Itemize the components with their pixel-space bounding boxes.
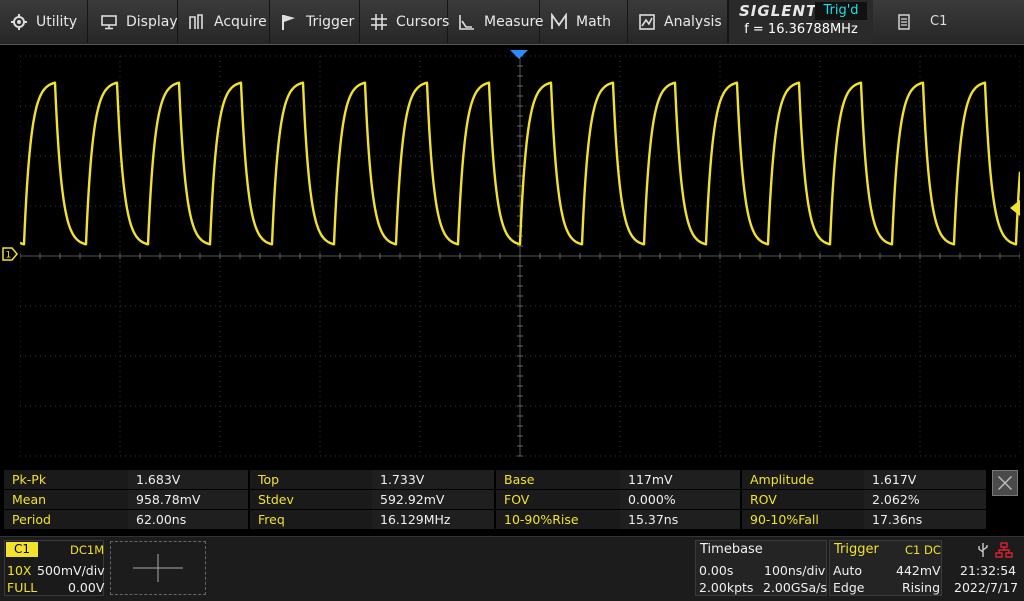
analysis-icon [638, 13, 656, 31]
math-icon [550, 11, 568, 31]
menu-display[interactable]: Display [88, 0, 178, 43]
channel1-offset: 0.00V [68, 580, 105, 595]
measure-name: Freq [250, 510, 372, 529]
menu-analysis-label: Analysis [664, 13, 722, 30]
measure-value: 15.37ns [620, 510, 740, 529]
channel1-bandwidth: FULL [7, 580, 38, 595]
menu-trigger[interactable]: Trigger [270, 0, 360, 43]
menu-display-label: Display [126, 13, 178, 30]
measure-value: 1.733V [372, 470, 494, 489]
measure-name: ROV [742, 490, 864, 509]
trigger-mode: Auto [833, 563, 863, 578]
measure-value: 0.000% [620, 490, 740, 509]
timebase-title: Timebase [700, 542, 763, 557]
measure-value: 958.78mV [128, 490, 248, 509]
measure-value: 17.36ns [864, 510, 986, 529]
measure-name: Mean [4, 490, 128, 509]
trigger-status: Trig'd [815, 2, 867, 20]
timebase-scale: 100ns/div [764, 563, 826, 578]
measure-value: 1.683V [128, 470, 248, 489]
close-icon [998, 476, 1012, 490]
trigger-level: 442mV [896, 563, 941, 578]
measure-name: Base [496, 470, 620, 489]
menu-acquire[interactable]: Acquire [178, 0, 270, 43]
timebase-delay: 0.00s [699, 563, 734, 578]
cursors-icon [370, 13, 388, 31]
measure-value: 117mV [620, 470, 740, 489]
channel1-probe: 10X [7, 563, 32, 578]
frequency-counter: f = 16.36788MHz [744, 22, 858, 37]
measure-name: Amplitude [742, 470, 864, 489]
measure-icon [458, 13, 476, 31]
measurement-table[interactable]: Pk-Pk 1.683V Top 1.733V Base 117mV Amplitude 1.… [4, 468, 988, 530]
waveform-display[interactable] [20, 52, 1020, 460]
flag-icon [280, 13, 298, 31]
menu-trigger-label: Trigger [306, 13, 355, 30]
menu-acquire-label: Acquire [214, 13, 267, 30]
measure-close-button[interactable] [992, 470, 1018, 496]
channel1-offset-marker[interactable]: 1 [2, 247, 18, 261]
trigger-slope: Rising [902, 580, 941, 595]
channel-menu[interactable]: C1 [878, 0, 1024, 43]
measure-value: 2.062% [864, 490, 986, 509]
menu-math-label: Math [576, 13, 612, 30]
menu-utility[interactable]: Utility [0, 0, 88, 43]
clock-date: 2022/7/17 [954, 580, 1019, 595]
measure-value: 16.129MHz [372, 510, 494, 529]
monitor-icon [100, 13, 118, 31]
plus-icon [133, 554, 183, 582]
measure-name: Period [4, 510, 128, 529]
add-channel-button[interactable] [110, 541, 206, 595]
acquire-icon [188, 13, 206, 31]
channel1-tag: C1 [6, 542, 38, 557]
menu-math[interactable]: Math [540, 0, 628, 43]
graticule [20, 55, 1020, 457]
menu-measure[interactable]: Measure [448, 0, 544, 43]
trigger-position-marker[interactable] [510, 50, 528, 60]
brand-panel: SIGLENT Trig'd f = 16.36788MHz [728, 0, 873, 43]
menu-cursors[interactable]: Cursors [360, 0, 450, 43]
network-icon [995, 542, 1013, 558]
timebase-memory: 2.00kpts [699, 580, 754, 595]
menu-analysis[interactable]: Analysis [628, 0, 728, 43]
menu-measure-label: Measure [484, 13, 544, 30]
channel1-coupling: DC1M [70, 543, 105, 557]
gear-icon [10, 13, 28, 31]
measure-value: 592.92mV [372, 490, 494, 509]
menu-bar: Utility Display Acquire Trigger Cursors … [0, 0, 1024, 45]
channel1-scale: 500mV/div [37, 563, 105, 578]
trigger-level-marker[interactable] [1008, 200, 1020, 216]
measure-value: 1.617V [864, 470, 986, 489]
svg-text:1: 1 [6, 251, 12, 261]
measure-name: 10-90%Rise [496, 510, 620, 529]
measure-name: Stdev [250, 490, 372, 509]
trigger-title: Trigger [834, 542, 879, 557]
menu-cursors-label: Cursors [396, 13, 450, 30]
menu-utility-label: Utility [36, 13, 78, 30]
channel-menu-label: C1 [930, 14, 948, 29]
measure-name: Top [250, 470, 372, 489]
trigger-source: C1 DC [905, 543, 941, 557]
measure-name: 90-10%Fall [742, 510, 864, 529]
measure-value: 62.00ns [128, 510, 248, 529]
usb-icon [978, 543, 988, 557]
trigger-type: Edge [833, 580, 865, 595]
measure-name: Pk-Pk [4, 470, 128, 489]
measure-name: FOV [496, 490, 620, 509]
waveform-grid [20, 55, 1020, 457]
document-icon [896, 13, 912, 30]
timebase-sample-rate: 2.00GSa/s [763, 580, 827, 595]
siglent-logo: SIGLENT [739, 2, 818, 20]
clock-time: 21:32:54 [960, 563, 1017, 578]
